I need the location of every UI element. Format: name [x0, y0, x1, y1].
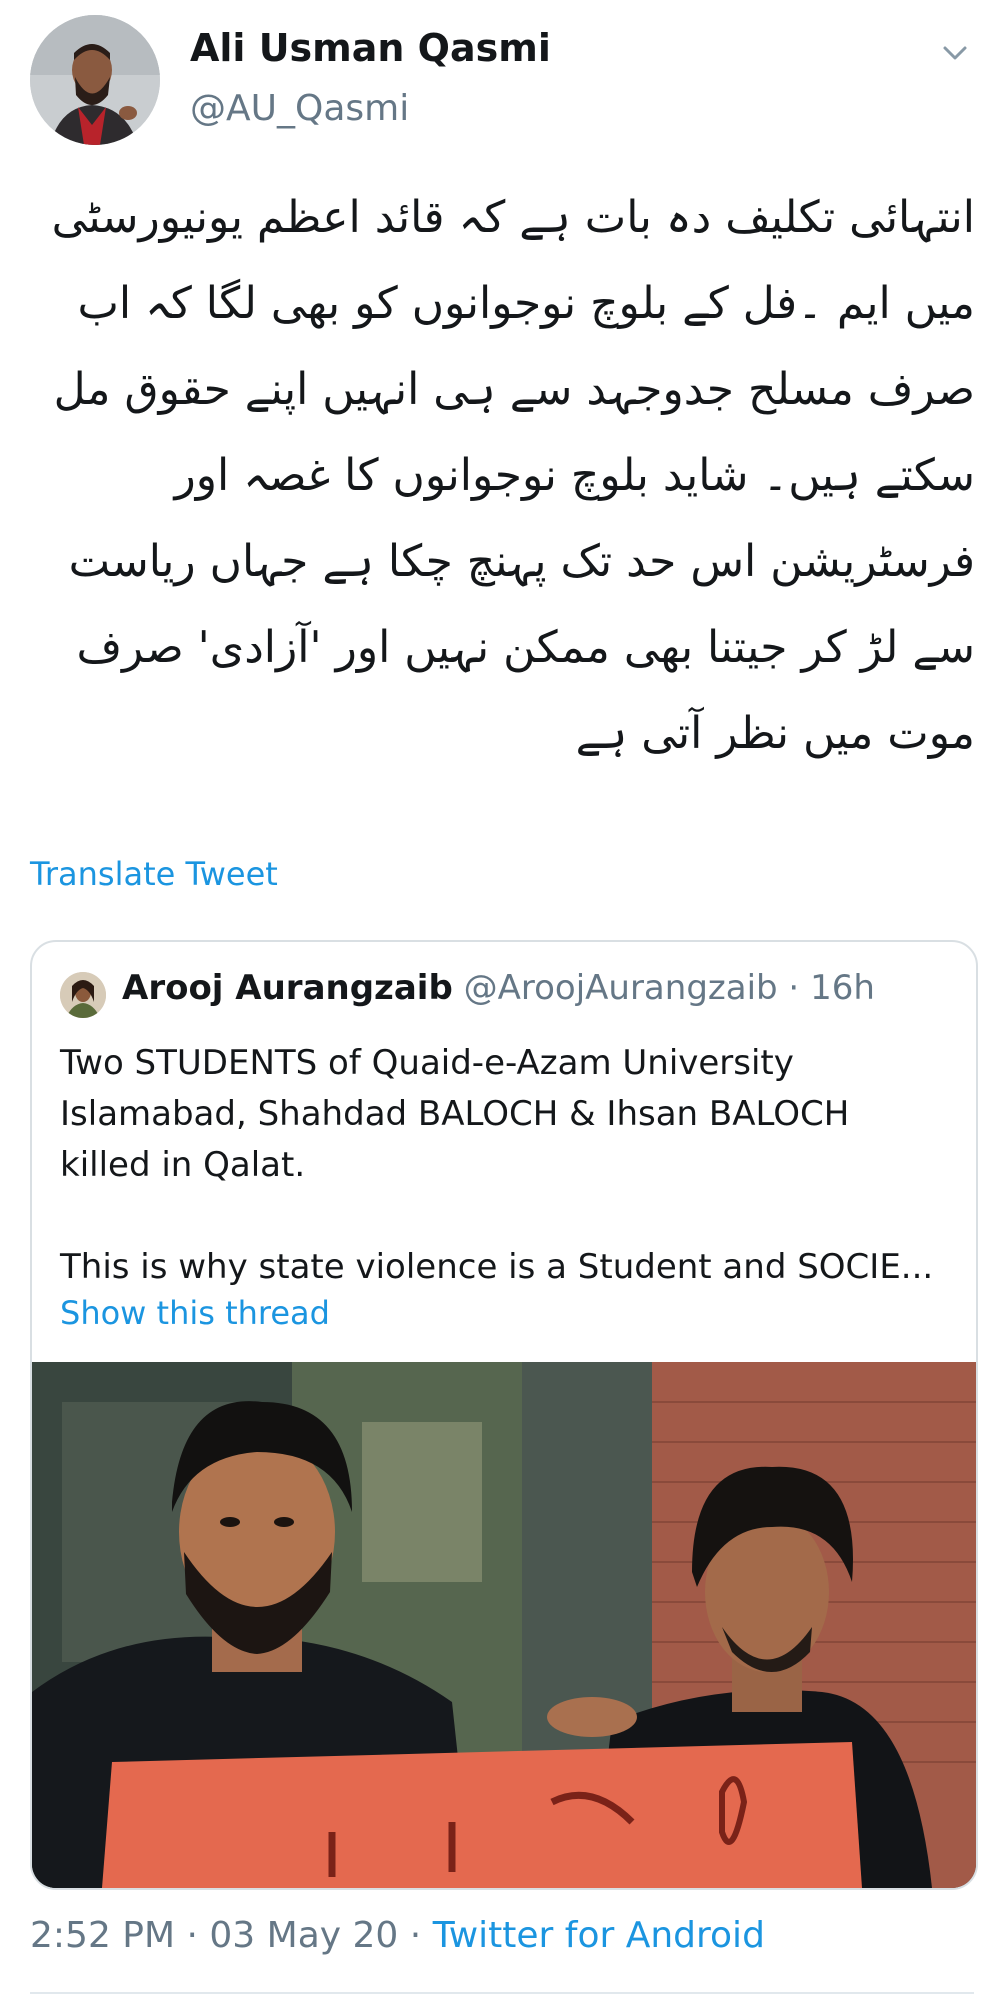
quoted-author-handle[interactable]: @AroojAurangzaib — [464, 968, 778, 1008]
quoted-meta-separator: · — [777, 968, 811, 1008]
footer-separator-1: · — [175, 1915, 210, 1956]
quoted-timestamp[interactable]: 16h — [810, 968, 875, 1008]
quoted-header: Arooj Aurangzaib @AroojAurangzaib · 16h — [122, 968, 875, 1008]
quoted-tweet-card[interactable]: Arooj Aurangzaib @AroojAurangzaib · 16h … — [30, 940, 978, 1890]
show-thread-link[interactable]: Show this thread — [60, 1294, 330, 1332]
footer-separator-2: · — [398, 1915, 433, 1956]
tweet-date[interactable]: 03 May 20 — [209, 1915, 398, 1956]
quoted-tweet-photo[interactable] — [32, 1362, 976, 1888]
quoted-author-avatar — [60, 972, 106, 1018]
quoted-author-name[interactable]: Arooj Aurangzaib — [122, 968, 453, 1008]
author-name[interactable]: Ali Usman Qasmi — [190, 26, 551, 70]
author-handle[interactable]: @AU_Qasmi — [190, 88, 409, 129]
translate-tweet-link[interactable]: Translate Tweet — [30, 855, 278, 893]
author-avatar[interactable] — [30, 15, 160, 145]
tweet-source-link[interactable]: Twitter for Android — [433, 1915, 765, 1956]
quoted-tweet-text: Two STUDENTS of Quaid-e-Azam University … — [60, 1038, 950, 1293]
tweet-text: انتہائی تکلیف دہ بات ہے کہ قائد اعظم یون… — [51, 192, 975, 759]
quoted-text-paragraph-2: This is why state violence is a Student … — [60, 1247, 934, 1287]
avatar-photo — [30, 15, 160, 145]
tweet-footer: 2:52 PM · 03 May 20 · Twitter for Androi… — [30, 1915, 765, 1956]
divider — [30, 1992, 974, 1994]
quoted-text-paragraph-1: Two STUDENTS of Quaid-e-Azam University … — [60, 1043, 850, 1185]
chevron-down-icon[interactable] — [940, 38, 970, 68]
tweet-time[interactable]: 2:52 PM — [30, 1915, 175, 1956]
